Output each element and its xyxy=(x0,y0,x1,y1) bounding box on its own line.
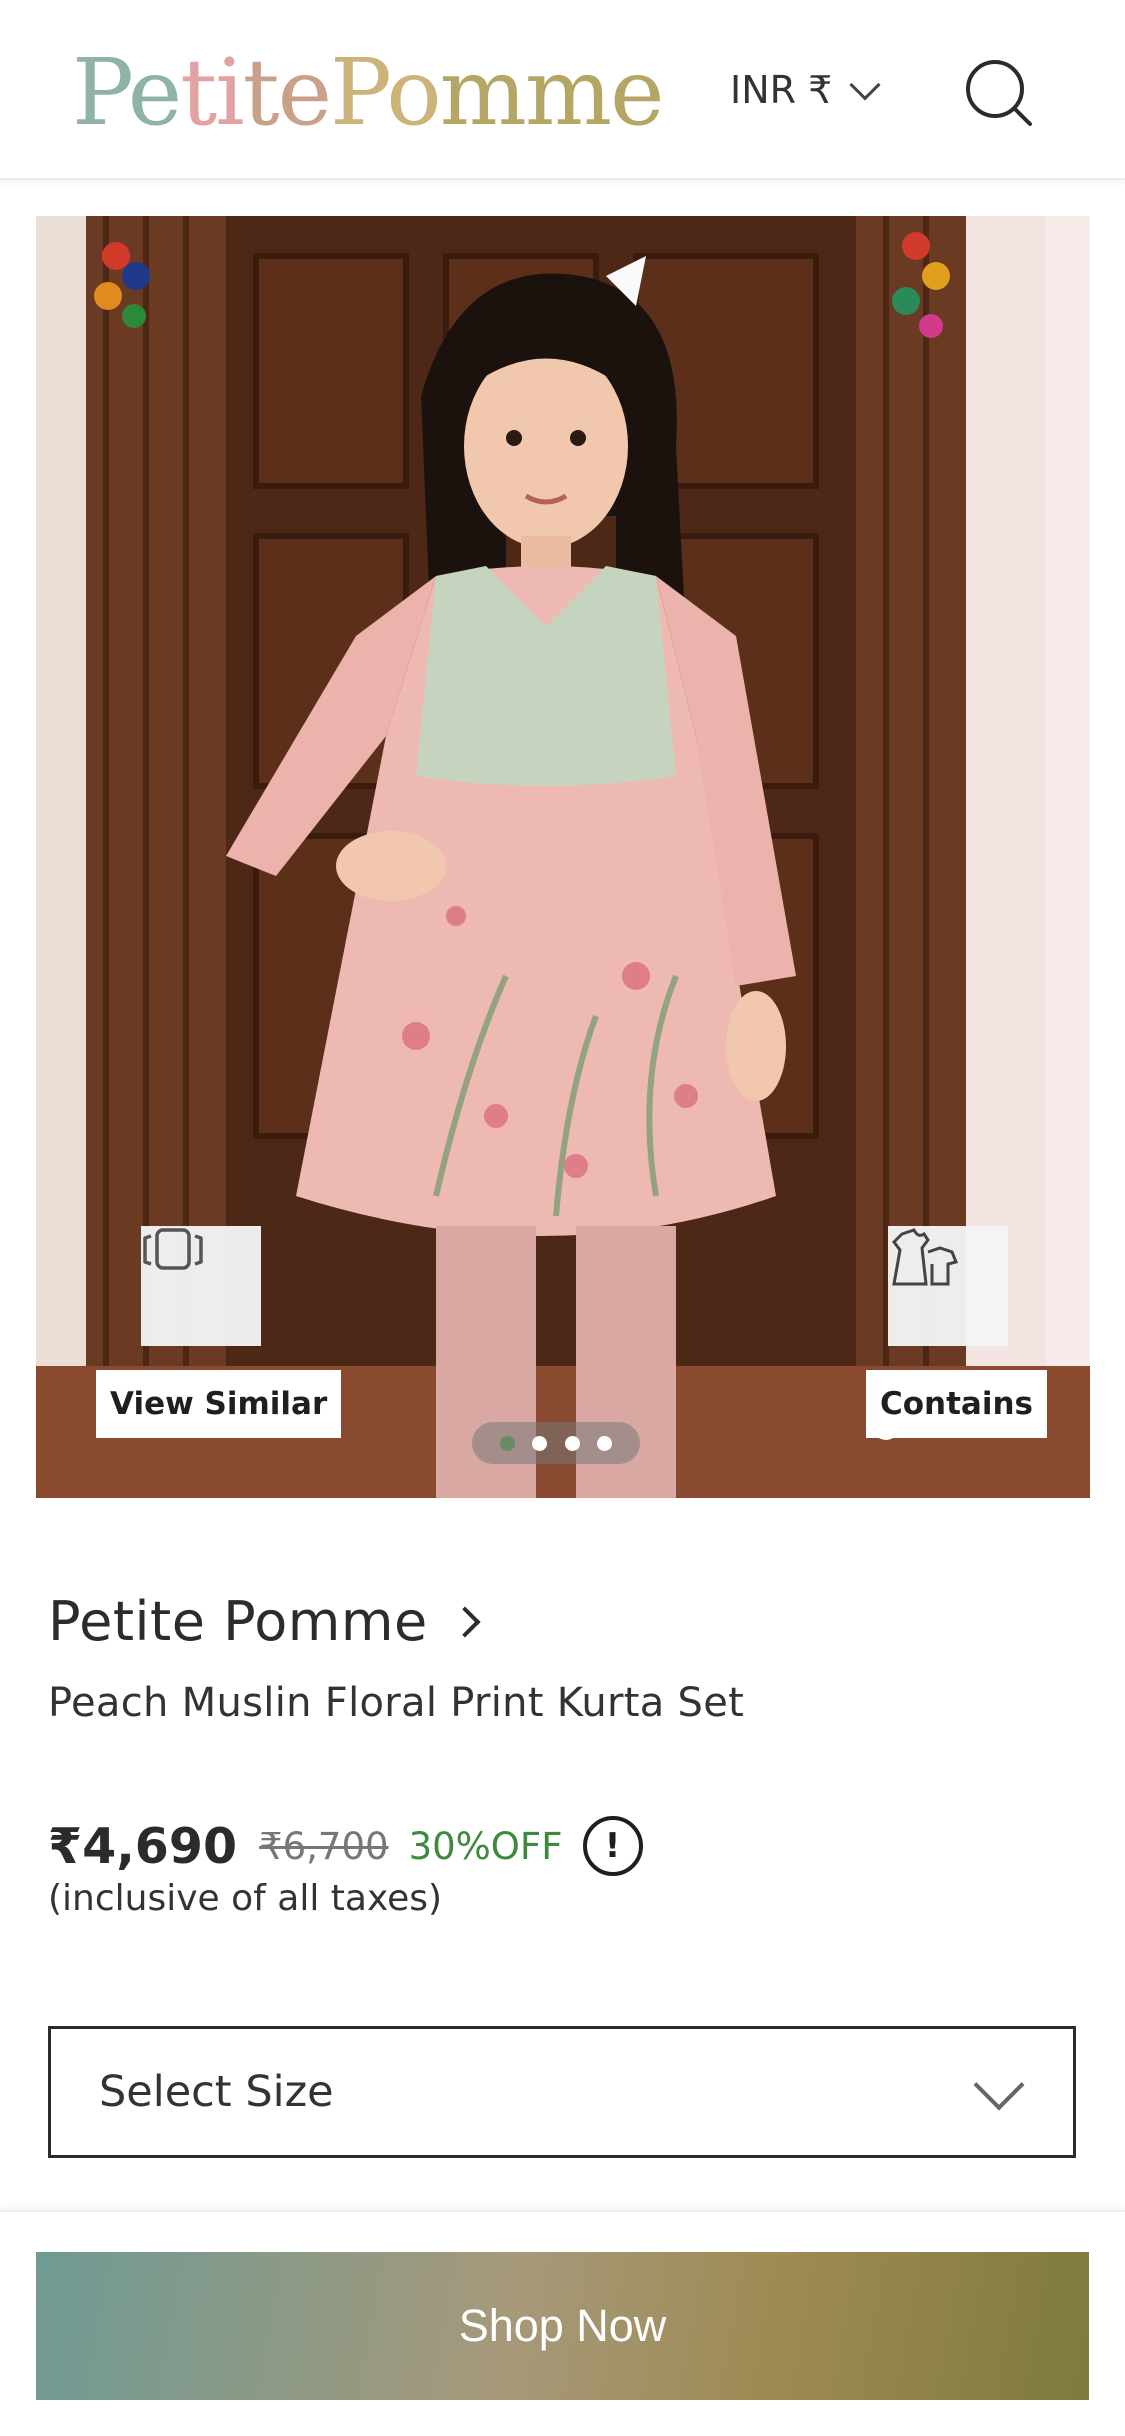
product-image-gallery[interactable]: View Similar Contains xyxy=(36,216,1090,1498)
gallery-pagination[interactable] xyxy=(472,1422,640,1464)
brand-name: Petite Pomme xyxy=(48,1590,428,1653)
logo-part: te xyxy=(242,39,332,146)
price-row: ₹4,690 ₹6,700 30%OFF ! xyxy=(48,1808,643,1884)
pagination-dot[interactable] xyxy=(597,1435,613,1451)
size-placeholder: Select Size xyxy=(99,2067,334,2117)
chevron-down-icon xyxy=(849,69,881,101)
currency-label: INR ₹ xyxy=(730,68,833,112)
app-header: PetitePomme INR ₹ xyxy=(0,0,1125,180)
tax-note: (inclusive of all taxes) xyxy=(48,1878,443,1919)
pagination-dot[interactable] xyxy=(564,1435,580,1451)
currency-selector[interactable]: INR ₹ xyxy=(730,62,881,118)
contains-button[interactable] xyxy=(888,1226,1008,1346)
shop-now-button[interactable]: Shop Now xyxy=(36,2252,1089,2400)
search-icon[interactable] xyxy=(962,56,1036,130)
outfit-set-icon xyxy=(892,1228,959,1286)
pagination-dot[interactable] xyxy=(532,1435,548,1451)
bottom-action-bar: Shop Now xyxy=(0,2210,1125,2436)
discount-badge: 30%OFF xyxy=(408,1824,563,1868)
logo-part: Po xyxy=(330,39,442,146)
pagination-dot[interactable] xyxy=(499,1435,515,1451)
similar-cards-icon xyxy=(143,1228,203,1270)
chevron-right-icon xyxy=(449,1605,481,1638)
view-similar-button[interactable] xyxy=(141,1226,261,1346)
contains-label[interactable]: Contains xyxy=(866,1370,1048,1438)
logo-part: ti xyxy=(180,39,244,146)
logo-part: mme xyxy=(439,39,665,146)
product-title: Peach Muslin Floral Print Kurta Set xyxy=(48,1680,745,1726)
size-dropdown[interactable]: Select Size xyxy=(48,2026,1076,2158)
original-price: ₹6,700 xyxy=(259,1824,389,1868)
view-similar-label[interactable]: View Similar xyxy=(96,1370,342,1438)
price-info-icon[interactable]: ! xyxy=(582,1816,643,1876)
brand-link[interactable]: Petite Pomme xyxy=(48,1590,481,1653)
logo-part: Pe xyxy=(72,39,182,146)
selling-price: ₹4,690 xyxy=(48,1817,238,1875)
chevron-down-icon xyxy=(973,2059,1025,2111)
brand-logo[interactable]: PetitePomme xyxy=(72,38,665,148)
